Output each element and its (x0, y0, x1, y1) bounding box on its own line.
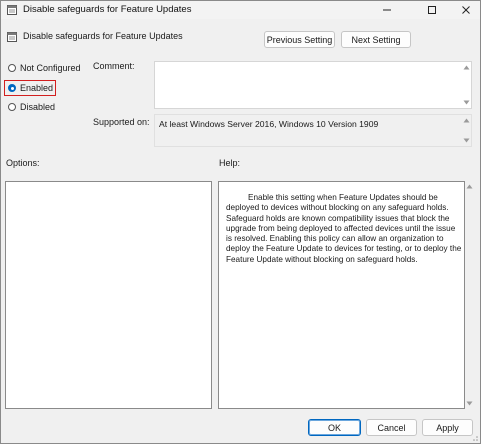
resize-grip-icon[interactable] (470, 433, 479, 442)
help-scrollbar[interactable] (465, 181, 474, 409)
radio-enabled[interactable]: Enabled (8, 83, 53, 93)
scroll-down-icon[interactable] (462, 98, 471, 107)
supported-on-scrollbar[interactable] (462, 115, 471, 146)
close-window-button[interactable] (453, 1, 479, 19)
supported-on-value: At least Windows Server 2016, Windows 10… (159, 119, 379, 129)
close-icon (462, 6, 470, 14)
options-panel[interactable] (5, 181, 212, 409)
cancel-button[interactable]: Cancel (366, 419, 417, 436)
scroll-up-icon[interactable] (465, 182, 474, 191)
help-label: Help: (219, 158, 241, 168)
ok-button[interactable]: OK (308, 419, 361, 436)
minimize-button[interactable] (374, 1, 400, 19)
window-title: Disable safeguards for Feature Updates (23, 4, 192, 15)
radio-circle (8, 84, 16, 92)
policy-dialog: Disable safeguards for Feature Updates D… (0, 0, 481, 444)
minimize-icon (383, 9, 391, 11)
title-bar[interactable]: Disable safeguards for Feature Updates (1, 1, 480, 19)
radio-disabled[interactable]: Disabled (8, 102, 55, 112)
scroll-up-icon[interactable] (462, 63, 471, 72)
policy-setting-icon (7, 5, 17, 15)
scroll-up-icon[interactable] (462, 116, 471, 125)
maximize-button[interactable] (419, 1, 445, 19)
apply-button[interactable]: Apply (422, 419, 473, 436)
radio-label: Enabled (20, 83, 54, 93)
radio-circle (8, 64, 16, 72)
radio-label: Not Configured (20, 63, 81, 73)
previous-setting-button[interactable]: Previous Setting (264, 31, 335, 48)
policy-setting-icon (7, 32, 17, 42)
scroll-down-icon[interactable] (465, 399, 474, 408)
supported-on-field: At least Windows Server 2016, Windows 10… (154, 114, 472, 147)
help-text: Enable this setting when Feature Updates… (226, 193, 462, 264)
radio-not-configured[interactable]: Not Configured (8, 63, 81, 73)
policy-title: Disable safeguards for Feature Updates (23, 31, 183, 41)
help-panel[interactable]: Enable this setting when Feature Updates… (218, 181, 465, 409)
radio-label: Disabled (20, 102, 56, 112)
comment-label: Comment: (93, 61, 135, 71)
scroll-down-icon[interactable] (462, 136, 471, 145)
options-label: Options: (6, 158, 40, 168)
comment-scrollbar[interactable] (462, 62, 471, 108)
radio-circle (8, 103, 16, 111)
next-setting-button[interactable]: Next Setting (341, 31, 411, 48)
comment-textarea[interactable] (154, 61, 472, 109)
supported-on-label: Supported on: (93, 117, 150, 127)
maximize-icon (428, 6, 436, 14)
